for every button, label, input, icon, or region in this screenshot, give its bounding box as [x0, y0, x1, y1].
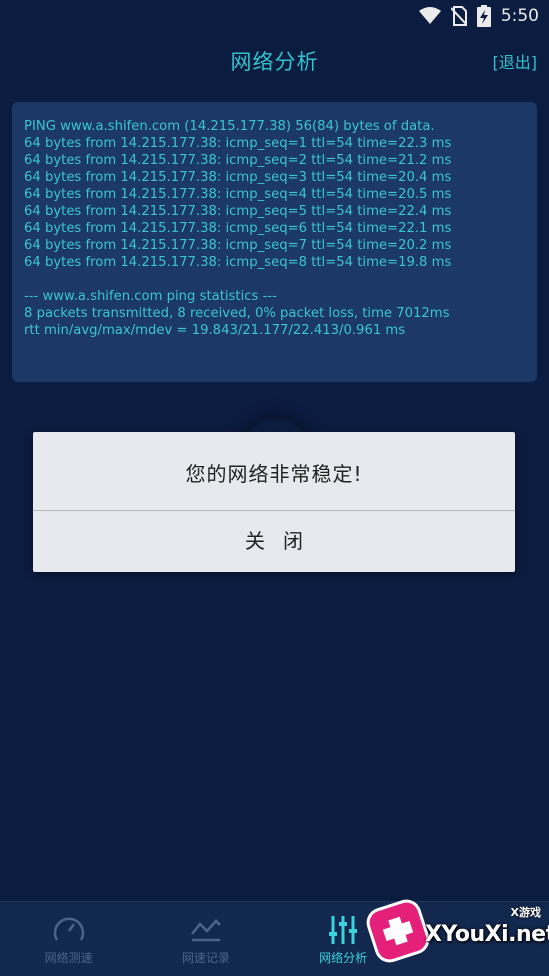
- tab-speed-test[interactable]: 网络测速: [0, 902, 137, 976]
- watermark-text: XYouXi.net: [425, 922, 549, 947]
- sliders-icon: [329, 916, 358, 944]
- tab-label: 网络测速: [44, 951, 93, 965]
- dialog-close-button[interactable]: 关闭: [33, 511, 515, 572]
- speedometer-icon: [53, 917, 84, 941]
- line-chart-icon: [190, 919, 221, 942]
- gamepad-logo-icon: [366, 899, 430, 963]
- tab-label: 网速记录: [181, 951, 230, 965]
- dialog-message: 您的网络非常稳定!: [185, 462, 363, 486]
- network-status-dialog: 您的网络非常稳定! 关闭: [33, 432, 515, 572]
- tab-speed-history[interactable]: 网速记录: [137, 902, 274, 976]
- watermark: XYouXi.net X游戏: [366, 899, 549, 966]
- watermark-badge: X游戏: [510, 906, 541, 919]
